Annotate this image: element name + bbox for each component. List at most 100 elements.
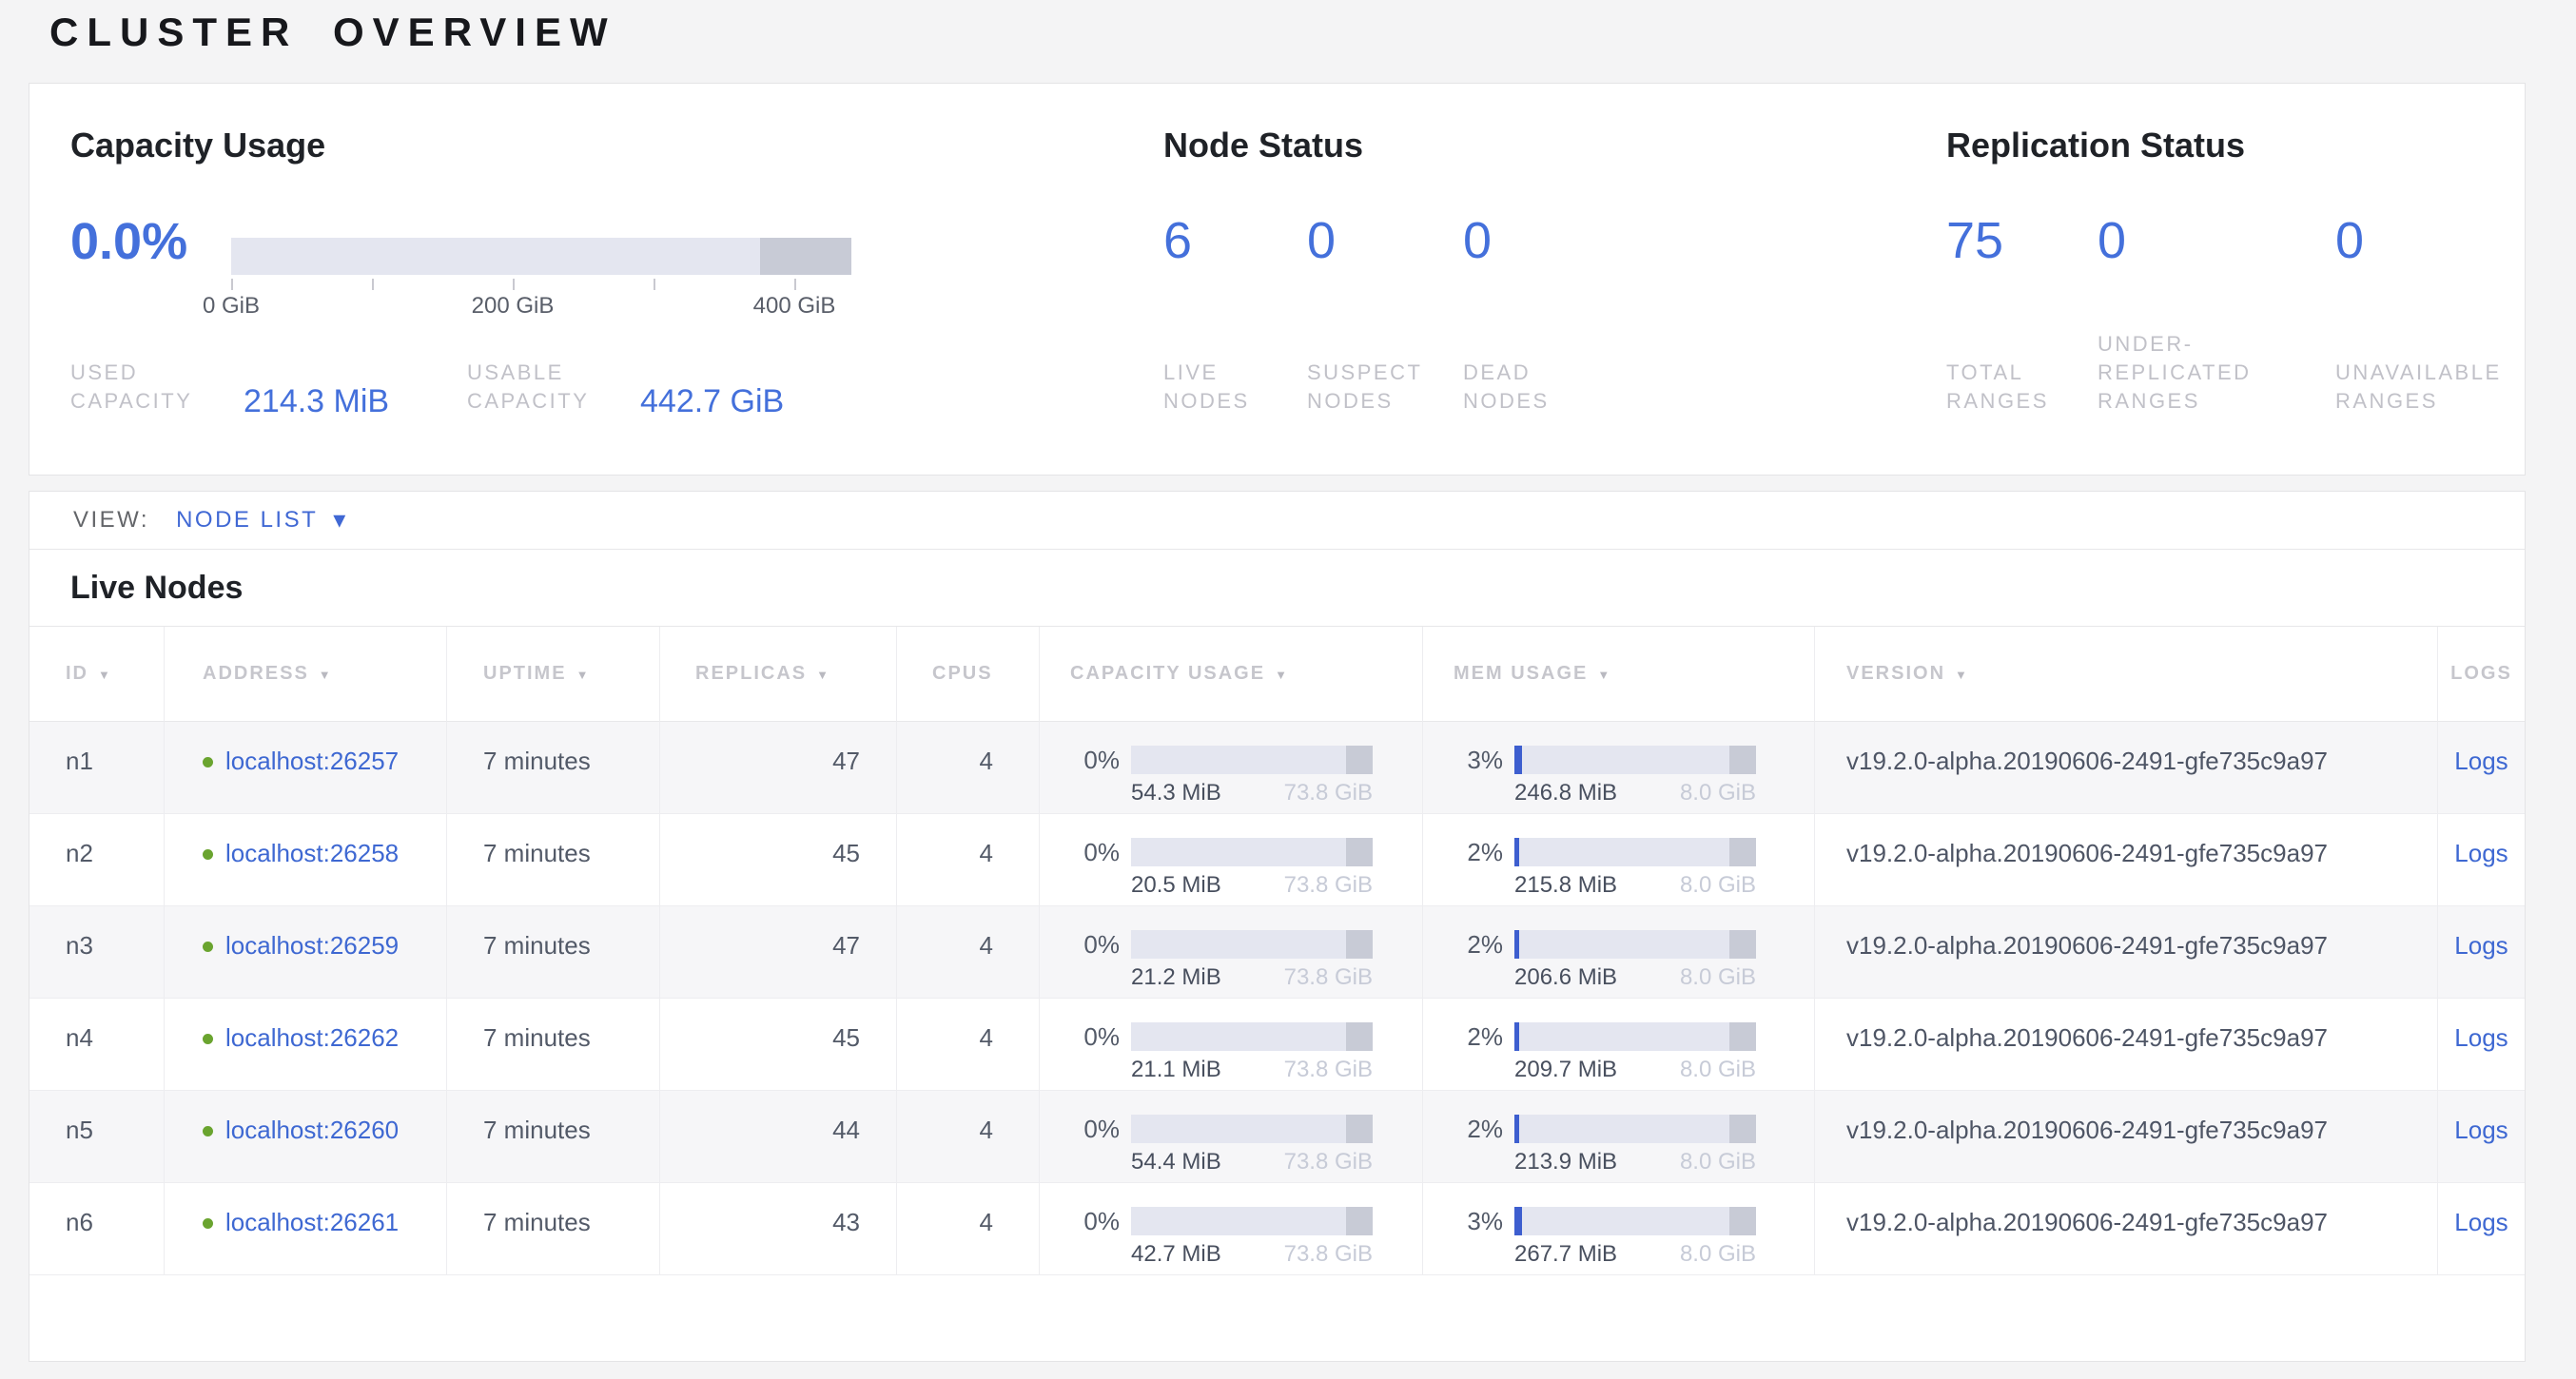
- total-ranges-label: TOTAL RANGES: [1946, 359, 2098, 416]
- node-address-link[interactable]: localhost:26259: [225, 931, 399, 960]
- node-list-panel: VIEW: NODE LIST Live Nodes ID ADDRESS UP…: [29, 491, 2526, 1362]
- capacity-total-value: 73.8 GiB: [1284, 780, 1373, 806]
- column-header-id[interactable]: ID: [29, 627, 165, 722]
- mem-usage-bar-end-segment: [1729, 838, 1756, 866]
- capacity-usage-bar-end-segment: [1346, 930, 1373, 959]
- chevron-down-icon: [333, 507, 348, 534]
- capacity-axis-labels: 0 GiB 200 GiB 400 GiB: [231, 293, 851, 321]
- capacity-percent-label: 0%: [1070, 1022, 1120, 1051]
- mem-usage-bar: [1514, 838, 1756, 866]
- mem-usage-bar-fill: [1514, 1022, 1519, 1051]
- mem-percent-label: 2%: [1454, 838, 1503, 866]
- capacity-used-value: 54.4 MiB: [1131, 1149, 1221, 1175]
- node-address-link[interactable]: localhost:26260: [225, 1116, 399, 1144]
- column-header-capacity-usage[interactable]: CAPACITY USAGE: [1040, 627, 1423, 722]
- mem-used-value: 206.6 MiB: [1514, 964, 1617, 991]
- column-header-mem-usage[interactable]: MEM USAGE: [1423, 627, 1815, 722]
- node-status-title: Node Status: [1163, 126, 1363, 165]
- logs-link[interactable]: Logs: [2454, 1116, 2508, 1144]
- node-address-link[interactable]: localhost:26258: [225, 839, 399, 867]
- view-label: VIEW:: [73, 507, 149, 534]
- under-replicated-ranges-label: UNDER- REPLICATED RANGES: [2098, 330, 2335, 416]
- capacity-usage-bar: [1131, 838, 1373, 866]
- column-header-replicas[interactable]: REPLICAS: [660, 627, 897, 722]
- mem-usage-bar-fill: [1514, 930, 1519, 959]
- sort-arrow-icon: [1275, 663, 1289, 685]
- dead-nodes-count: 0: [1463, 213, 1615, 268]
- node-id-cell: n1: [29, 722, 165, 814]
- column-header-version[interactable]: VERSION: [1815, 627, 2438, 722]
- node-cpus-cell: 4: [897, 814, 1040, 906]
- capacity-used-value: 54.3 MiB: [1131, 780, 1221, 806]
- node-address-cell: localhost:26261: [165, 1183, 447, 1275]
- node-capacity-usage-cell: 0% 42.7 MiB 73.8 GiB: [1040, 1183, 1423, 1275]
- table-row: n5 localhost:26260 7 minutes 44 4 0% 54.…: [29, 1091, 2525, 1183]
- column-header-uptime[interactable]: UPTIME: [447, 627, 660, 722]
- node-replicas-cell: 45: [660, 999, 897, 1091]
- node-uptime-cell: 7 minutes: [447, 1091, 660, 1183]
- node-version-cell: v19.2.0-alpha.20190606-2491-gfe735c9a97: [1815, 814, 2438, 906]
- node-live-status-icon: [203, 1126, 213, 1136]
- table-row: n2 localhost:26258 7 minutes 45 4 0% 20.…: [29, 814, 2525, 906]
- node-address-cell: localhost:26259: [165, 906, 447, 999]
- node-mem-usage-cell: 2% 215.8 MiB 8.0 GiB: [1423, 814, 1815, 906]
- capacity-usage-title: Capacity Usage: [70, 126, 325, 165]
- mem-usage-bar-end-segment: [1729, 1115, 1756, 1143]
- capacity-total-value: 73.8 GiB: [1284, 1149, 1373, 1175]
- unavailable-ranges-count: 0: [2335, 213, 2521, 268]
- capacity-usage-bar: [1131, 1022, 1373, 1051]
- view-dropdown[interactable]: NODE LIST: [176, 507, 348, 534]
- mem-used-value: 215.8 MiB: [1514, 872, 1617, 899]
- sort-arrow-icon: [576, 663, 591, 685]
- sort-arrow-icon: [98, 663, 112, 685]
- mem-used-value: 213.9 MiB: [1514, 1149, 1617, 1175]
- mem-usage-bar: [1514, 930, 1756, 959]
- under-replicated-ranges-count: 0: [2098, 213, 2335, 268]
- mem-used-value: 267.7 MiB: [1514, 1241, 1617, 1268]
- node-logs-cell: Logs: [2438, 1183, 2525, 1275]
- logs-link[interactable]: Logs: [2454, 839, 2508, 867]
- column-header-logs: LOGS: [2438, 627, 2525, 722]
- capacity-total-value: 73.8 GiB: [1284, 964, 1373, 991]
- node-uptime-cell: 7 minutes: [447, 999, 660, 1091]
- logs-link[interactable]: Logs: [2454, 747, 2508, 775]
- logs-link[interactable]: Logs: [2454, 931, 2508, 960]
- mem-usage-bar: [1514, 1115, 1756, 1143]
- node-address-link[interactable]: localhost:26261: [225, 1208, 399, 1236]
- sort-arrow-icon: [319, 663, 333, 685]
- logs-link[interactable]: Logs: [2454, 1023, 2508, 1052]
- capacity-axis-ticks: [231, 277, 851, 290]
- capacity-usage-bar: [1131, 746, 1373, 774]
- used-capacity-label: USED CAPACITY: [70, 359, 213, 416]
- node-capacity-usage-cell: 0% 21.1 MiB 73.8 GiB: [1040, 999, 1423, 1091]
- node-cpus-cell: 4: [897, 722, 1040, 814]
- table-row: n1 localhost:26257 7 minutes 47 4 0% 54.…: [29, 722, 2525, 814]
- table-row: n3 localhost:26259 7 minutes 47 4 0% 21.…: [29, 906, 2525, 999]
- capacity-percent-label: 0%: [1070, 838, 1120, 866]
- node-logs-cell: Logs: [2438, 1091, 2525, 1183]
- mem-total-value: 8.0 GiB: [1680, 1149, 1756, 1175]
- usable-capacity-stat: USABLE CAPACITY 442.7 GiB: [467, 359, 784, 416]
- mem-total-value: 8.0 GiB: [1680, 1241, 1756, 1268]
- capacity-percent-label: 0%: [1070, 746, 1120, 774]
- node-capacity-usage-cell: 0% 20.5 MiB 73.8 GiB: [1040, 814, 1423, 906]
- node-capacity-usage-cell: 0% 54.4 MiB 73.8 GiB: [1040, 1091, 1423, 1183]
- node-id-cell: n4: [29, 999, 165, 1091]
- capacity-used-value: 42.7 MiB: [1131, 1241, 1221, 1268]
- node-address-link[interactable]: localhost:26257: [225, 747, 399, 775]
- node-cpus-cell: 4: [897, 906, 1040, 999]
- node-live-status-icon: [203, 849, 213, 860]
- capacity-usage-bar-end-segment: [1346, 1022, 1373, 1051]
- capacity-usage-bar-end-segment: [1346, 1115, 1373, 1143]
- capacity-usage-section: Capacity Usage 0.0% 0 GiB 200 GiB: [70, 126, 1117, 458]
- node-address-link[interactable]: localhost:26262: [225, 1023, 399, 1052]
- column-header-address[interactable]: ADDRESS: [165, 627, 447, 722]
- node-live-status-icon: [203, 1218, 213, 1229]
- logs-link[interactable]: Logs: [2454, 1208, 2508, 1236]
- unavailable-ranges-label: UNAVAILABLE RANGES: [2335, 359, 2521, 416]
- capacity-usage-bar: [1131, 1115, 1373, 1143]
- mem-total-value: 8.0 GiB: [1680, 964, 1756, 991]
- column-header-cpus: CPUS: [897, 627, 1040, 722]
- node-mem-usage-cell: 2% 209.7 MiB 8.0 GiB: [1423, 999, 1815, 1091]
- mem-usage-bar-fill: [1514, 746, 1522, 774]
